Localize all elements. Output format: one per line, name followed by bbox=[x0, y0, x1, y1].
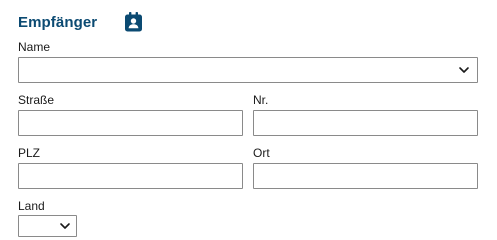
name-label: Name bbox=[18, 40, 51, 54]
country-select[interactable] bbox=[18, 215, 77, 237]
section-title: Empfänger bbox=[18, 13, 98, 31]
name-select[interactable] bbox=[18, 57, 478, 83]
address-book-button[interactable] bbox=[124, 12, 143, 32]
country-label: Land bbox=[18, 199, 45, 213]
street-field-box bbox=[18, 110, 243, 136]
house-number-field-box bbox=[253, 110, 478, 136]
street-input[interactable] bbox=[19, 111, 242, 135]
city-field-box bbox=[253, 163, 478, 189]
city-input[interactable] bbox=[254, 164, 477, 188]
street-label: Straße bbox=[18, 93, 55, 107]
chevron-down-icon bbox=[60, 223, 70, 229]
contact-book-icon bbox=[125, 12, 142, 32]
city-label: Ort bbox=[253, 146, 270, 160]
chevron-down-icon bbox=[459, 67, 469, 73]
zip-label: PLZ bbox=[18, 146, 41, 160]
house-number-input[interactable] bbox=[254, 111, 477, 135]
zip-field-box bbox=[18, 163, 243, 189]
recipient-form: Empfänger Name Straße Nr. PLZ Ort Land bbox=[0, 0, 497, 240]
zip-input[interactable] bbox=[19, 164, 242, 188]
section-header: Empfänger bbox=[18, 11, 97, 33]
house-number-label: Nr. bbox=[253, 93, 269, 107]
